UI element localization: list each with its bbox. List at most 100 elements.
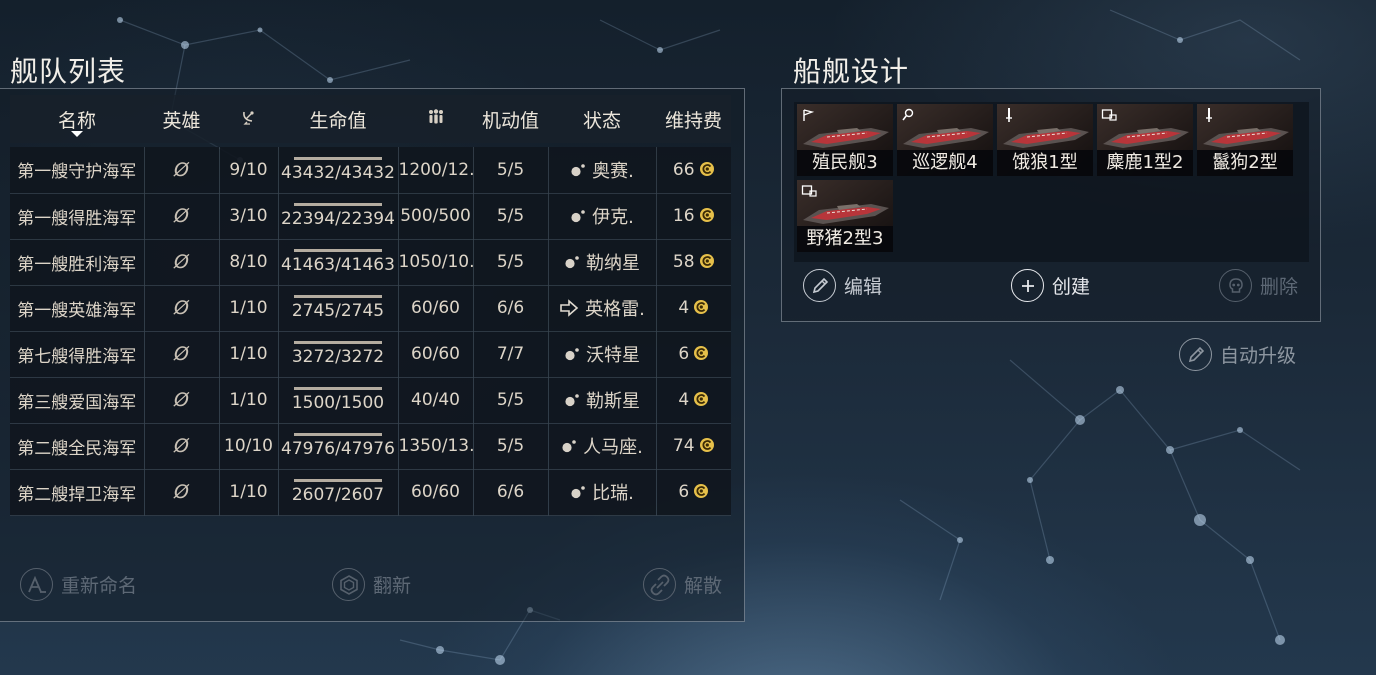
refit-button[interactable]: 翻新 — [332, 568, 411, 601]
credit-coin-icon — [694, 392, 709, 406]
column-header-crew[interactable] — [398, 95, 473, 143]
column-header-status[interactable]: 状态 — [548, 95, 656, 143]
column-header-upkeep[interactable]: 维持费 — [656, 95, 731, 143]
column-header-range[interactable] — [219, 95, 278, 143]
delete-design-button[interactable]: 删除 — [1219, 269, 1298, 302]
fleet-mobility-cell: 6/6 — [473, 285, 549, 332]
column-header-hp[interactable]: 生命值 — [278, 95, 398, 143]
orbit-icon — [562, 440, 576, 453]
fleet-upkeep-cell: 6 — [656, 331, 731, 378]
fleet-row[interactable]: 第一艘英雄海军 Ø 1/10 2745/2745 60/60 6/6 英格雷. 4 — [10, 285, 731, 332]
fleet-status-cell: 比瑞. — [548, 469, 657, 516]
delete-label: 删除 — [1260, 276, 1299, 298]
cargo-icon — [1101, 109, 1117, 121]
fleet-status-cell: 人马座. — [548, 423, 657, 470]
hp-value: 41463/41463 — [281, 255, 395, 275]
ship-design-card[interactable]: 巡逻舰4 — [897, 104, 993, 176]
upkeep-value: 4 — [678, 390, 690, 410]
fleet-hero-cell[interactable]: Ø — [144, 239, 220, 286]
status-location: 比瑞. — [592, 483, 634, 504]
hp-bar — [294, 249, 382, 252]
fleet-crew-cell: 1050/10. — [398, 239, 474, 286]
fleet-mobility-cell: 5/5 — [473, 239, 549, 286]
status-location: 英格雷. — [585, 298, 645, 320]
hp-value: 47976/47976 — [281, 439, 395, 459]
ship-design-card[interactable]: 殖民舰3 — [797, 104, 893, 176]
column-header-name[interactable]: 名称 — [10, 95, 144, 143]
fleet-hero-cell[interactable]: Ø — [144, 285, 220, 332]
create-design-button[interactable]: 创建 — [1011, 269, 1090, 302]
upkeep-value: 6 — [678, 482, 690, 502]
fleet-hp-cell: 47976/47976 — [278, 423, 399, 470]
hp-value: 43432/43432 — [281, 162, 395, 183]
fleet-table: 名称 英雄 生命值 机动值 状态 维持费 第一艘守护海军 Ø 9/10 43432/4… — [10, 95, 731, 516]
fleet-row[interactable]: 第一艘得胜海军 Ø 3/10 22394/22394 500/500 5/5 伊克. 16 — [10, 193, 731, 240]
fleet-row[interactable]: 第一艘守护海军 Ø 9/10 43432/43432 1200/12. 5/5 奥赛. 66 — [10, 147, 731, 194]
status-location: 奥赛. — [592, 160, 634, 182]
no-hero-icon: Ø — [174, 389, 189, 411]
fleet-status-cell: 勒斯星 — [548, 377, 657, 424]
credit-coin-icon — [694, 484, 709, 498]
fleet-hero-cell[interactable]: Ø — [144, 193, 220, 240]
fleet-upkeep-cell: 4 — [656, 285, 731, 332]
fleet-name-cell: 第一艘英雄海军 — [10, 285, 145, 332]
fleet-mobility-cell: 5/5 — [473, 423, 549, 470]
hp-value: 2745/2745 — [291, 301, 385, 321]
fleet-status-cell: 勒纳星 — [548, 239, 657, 286]
hp-bar — [294, 156, 382, 160]
table-header-row: 名称 英雄 生命值 机动值 状态 维持费 — [10, 95, 731, 143]
credit-coin-icon — [694, 300, 709, 314]
fleet-mobility-cell: 6/6 — [473, 469, 549, 516]
hp-value: 3272/3272 — [291, 347, 385, 367]
fleet-hero-cell[interactable]: Ø — [144, 423, 220, 470]
fleet-mobility-cell: 7/7 — [473, 331, 549, 378]
fleet-hero-cell[interactable]: Ø — [144, 377, 220, 424]
sword-icon — [1006, 108, 1012, 122]
fleet-hero-cell[interactable]: Ø — [144, 147, 220, 194]
fleet-mobility-cell: 5/5 — [473, 377, 549, 424]
fleet-hero-cell[interactable]: Ø — [144, 331, 220, 378]
fleet-row[interactable]: 第二艘全民海军 Ø 10/10 47976/47976 1350/13. 5/5 人马座. 7… — [10, 423, 731, 470]
disband-button[interactable]: 解散 — [643, 568, 722, 601]
fleet-crew-cell: 60/60 — [398, 469, 474, 516]
fleet-upkeep-cell: 74 — [656, 423, 731, 470]
fleet-range-cell: 1/10 — [219, 331, 279, 378]
no-hero-icon: Ø — [174, 205, 189, 227]
fleet-upkeep-cell: 16 — [656, 193, 731, 240]
fleet-row[interactable]: 第二艘捍卫海军 Ø 1/10 2607/2607 60/60 6/6 比瑞. 6 — [10, 469, 731, 516]
fleet-upkeep-cell: 58 — [656, 239, 731, 286]
crew-people-icon — [428, 108, 443, 123]
status-location: 勒纳星 — [586, 253, 640, 274]
fleet-row[interactable]: 第七艘得胜海军 Ø 1/10 3272/3272 60/60 7/7 沃特星 6 — [10, 331, 731, 378]
column-header-hero[interactable]: 英雄 — [144, 95, 219, 143]
fleet-name-cell: 第七艘得胜海军 — [10, 331, 145, 378]
auto-upgrade-button[interactable]: 自动升级 — [1179, 338, 1296, 371]
fleet-hp-cell: 41463/41463 — [278, 239, 399, 286]
ship-design-card[interactable]: 鬣狗2型 — [1197, 104, 1293, 176]
column-header-mobility[interactable]: 机动值 — [473, 95, 548, 143]
sort-caret-icon — [71, 131, 83, 137]
orbit-icon — [571, 163, 585, 176]
auto-upgrade-label: 自动升级 — [1220, 345, 1297, 367]
rename-button[interactable]: 重新命名 — [20, 568, 137, 601]
fleet-name-cell: 第一艘得胜海军 — [10, 193, 145, 240]
create-label: 创建 — [1052, 276, 1091, 298]
fleet-hero-cell[interactable]: Ø — [144, 469, 220, 516]
refit-label: 翻新 — [373, 575, 412, 597]
edit-design-button[interactable]: 编辑 — [803, 269, 882, 302]
orbit-icon — [565, 348, 579, 361]
fleet-range-cell: 1/10 — [219, 377, 279, 424]
ship-design-label: 麋鹿1型2 — [1097, 150, 1193, 176]
upkeep-value: 4 — [678, 298, 690, 318]
no-hero-icon: Ø — [174, 251, 189, 273]
status-location: 勒斯星 — [586, 391, 640, 412]
ship-design-card[interactable]: 麋鹿1型2 — [1097, 104, 1193, 176]
fleet-range-cell: 1/10 — [219, 469, 279, 516]
fleet-row[interactable]: 第三艘爱国海军 Ø 1/10 1500/1500 40/40 5/5 勒斯星 4 — [10, 377, 731, 424]
fleet-row[interactable]: 第一艘胜利海军 Ø 8/10 41463/41463 1050/10. 5/5 勒纳星 58 — [10, 239, 731, 286]
no-hero-icon: Ø — [174, 435, 189, 457]
ship-design-card[interactable]: 野猪2型3 — [797, 180, 893, 252]
upkeep-value: 74 — [672, 436, 695, 456]
ship-design-card[interactable]: 饿狼1型 — [997, 104, 1093, 176]
hp-bar — [294, 341, 382, 344]
